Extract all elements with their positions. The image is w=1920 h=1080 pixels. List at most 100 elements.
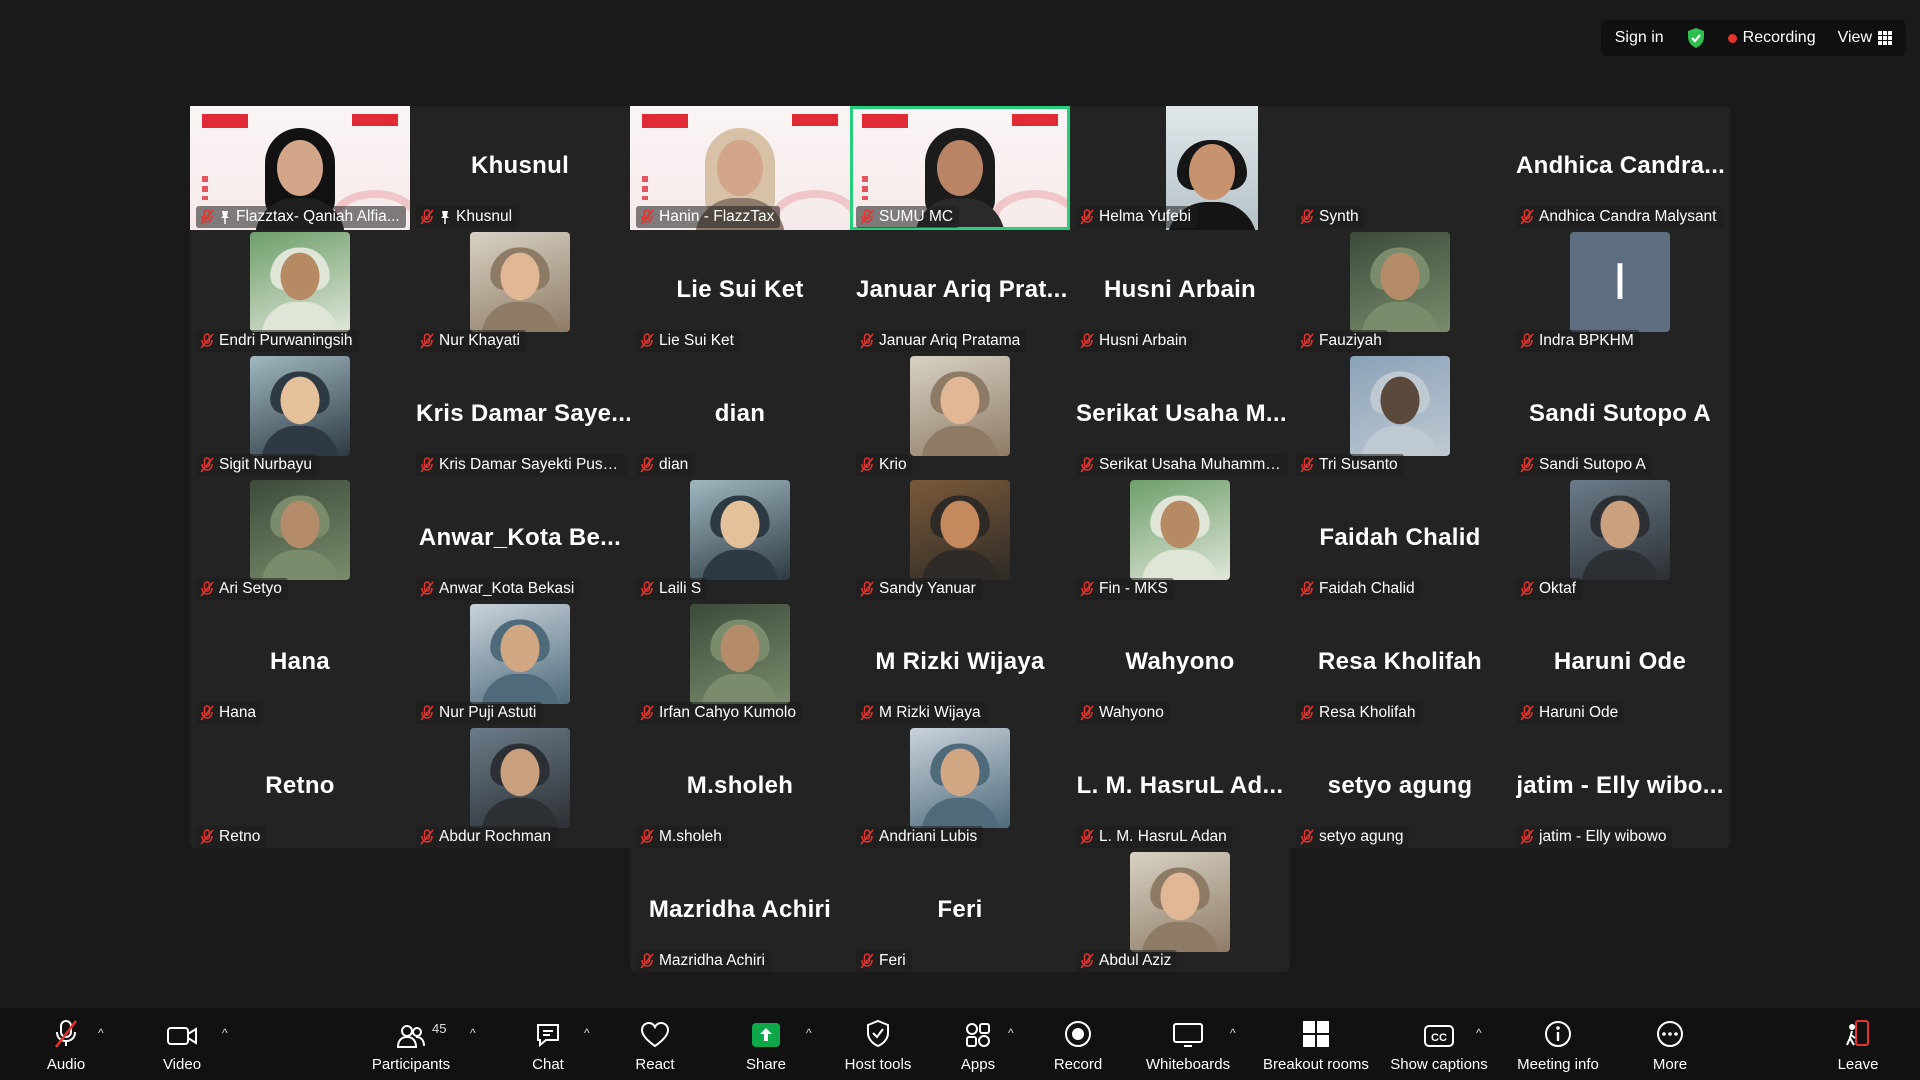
participant-tile[interactable]: Hanin - FlazzTax (630, 106, 850, 230)
view-button[interactable]: View (1838, 29, 1892, 47)
participants-options-chevron-icon[interactable]: ^ (470, 1026, 476, 1040)
participant-tile[interactable]: Endri Purwaningsih (190, 230, 410, 354)
video-options-chevron-icon[interactable]: ^ (222, 1026, 228, 1040)
profile-photo (1130, 480, 1230, 580)
participant-name: L. M. HasruL Adan (1099, 828, 1227, 845)
show-captions-button[interactable]: CC Show captions (1388, 1008, 1490, 1080)
participant-tile[interactable]: M Rizki Wijaya M Rizki Wijaya (850, 602, 1070, 726)
participant-tile[interactable]: Januar Ariq Prat... Januar Ariq Pratama (850, 230, 1070, 354)
video-button[interactable]: Video (156, 1008, 208, 1080)
participants-label: Participants (371, 1056, 451, 1073)
participant-tile[interactable]: Irfan Cahyo Kumolo (630, 602, 850, 726)
participant-name-label: Fauziyah (1296, 330, 1388, 352)
share-options-chevron-icon[interactable]: ^ (806, 1026, 812, 1040)
participant-tile[interactable]: Hana Hana (190, 602, 410, 726)
profile-photo (690, 604, 790, 704)
show-captions-label: Show captions (1390, 1056, 1488, 1073)
participant-tile[interactable]: Feri Feri (850, 850, 1070, 974)
participant-tile[interactable]: Flazztax- Qaniah Alfia... (190, 106, 410, 230)
whiteboards-label: Whiteboards (1145, 1056, 1231, 1073)
apps-button[interactable]: Apps (958, 1008, 998, 1080)
participant-tile[interactable]: Kris Damar Saye... Kris Damar Sayekti Pus… (410, 354, 630, 478)
participant-tile[interactable]: Laili S (630, 478, 850, 602)
security-shield-icon[interactable] (1686, 27, 1706, 49)
participant-name-label: M Rizki Wijaya (856, 702, 987, 724)
profile-photo (910, 728, 1010, 828)
participant-tile[interactable]: Sandy Yanuar (850, 478, 1070, 602)
mic-muted-icon (200, 209, 214, 225)
participant-tile[interactable]: Abdul Aziz (1070, 850, 1290, 974)
record-button[interactable]: Record (1052, 1008, 1104, 1080)
participant-name: Mazridha Achiri (659, 952, 765, 969)
grid-view-icon (1878, 31, 1892, 45)
participants-button[interactable]: Participants (366, 1008, 456, 1080)
audio-options-chevron-icon[interactable]: ^ (98, 1026, 104, 1040)
breakout-rooms-button[interactable]: Breakout rooms (1260, 1008, 1372, 1080)
audio-button[interactable]: Audio (38, 1008, 94, 1080)
participant-tile[interactable]: SUMU MC (850, 106, 1070, 230)
mic-muted-icon (640, 209, 654, 225)
participant-display-name: setyo agung (1327, 772, 1473, 799)
whiteboards-options-chevron-icon[interactable]: ^ (1230, 1026, 1236, 1040)
participant-tile[interactable]: Oktaf (1510, 478, 1730, 602)
participant-tile[interactable]: Tri Susanto (1290, 354, 1510, 478)
participant-tile[interactable]: Mazridha Achiri Mazridha Achiri (630, 850, 850, 974)
participant-tile[interactable]: Synth (1290, 106, 1510, 230)
react-button[interactable]: React (634, 1008, 676, 1080)
apps-options-chevron-icon[interactable]: ^ (1008, 1026, 1014, 1040)
participant-tile[interactable]: M.sholeh M.sholeh (630, 726, 850, 850)
mic-muted-icon (1520, 705, 1534, 721)
participant-tile[interactable]: Fin - MKS (1070, 478, 1290, 602)
participant-tile[interactable]: Sandi Sutopo A Sandi Sutopo A (1510, 354, 1730, 478)
more-button[interactable]: More (1650, 1008, 1690, 1080)
chat-button[interactable]: Chat (528, 1008, 568, 1080)
participant-tile[interactable]: dian dian (630, 354, 850, 478)
chat-options-chevron-icon[interactable]: ^ (584, 1026, 590, 1040)
host-tools-button[interactable]: Host tools (842, 1008, 914, 1080)
captions-options-chevron-icon[interactable]: ^ (1476, 1026, 1482, 1040)
participant-tile[interactable]: Andhica Candra... Andhica Candra Malysant (1510, 106, 1730, 230)
mic-muted-icon (200, 705, 214, 721)
participant-tile[interactable]: Fauziyah (1290, 230, 1510, 354)
participant-name-label: Wahyono (1076, 702, 1170, 724)
mic-muted-icon (200, 333, 214, 349)
sign-in-link[interactable]: Sign in (1615, 29, 1664, 47)
participant-tile[interactable]: Khusnul Khusnul (410, 106, 630, 230)
share-button[interactable]: Share (744, 1008, 788, 1080)
participant-tile[interactable]: Retno Retno (190, 726, 410, 850)
participant-display-name: Husni Arbain (1103, 276, 1257, 303)
participant-tile[interactable]: Serikat Usaha M... Serikat Usaha Muhamma.… (1070, 354, 1290, 478)
participant-tile[interactable]: Lie Sui Ket Lie Sui Ket (630, 230, 850, 354)
participant-tile[interactable]: Ari Setyo (190, 478, 410, 602)
participant-name: Sandi Sutopo A (1539, 456, 1646, 473)
participant-tile[interactable]: Faidah Chalid Faidah Chalid (1290, 478, 1510, 602)
participant-tile[interactable]: Abdur Rochman (410, 726, 630, 850)
participant-tile[interactable]: Nur Khayati (410, 230, 630, 354)
participant-tile[interactable]: L. M. HasruL Ad... L. M. HasruL Adan (1070, 726, 1290, 850)
participant-tile[interactable]: Andriani Lubis (850, 726, 1070, 850)
participant-tile[interactable]: Husni Arbain Husni Arbain (1070, 230, 1290, 354)
participant-name: Sandy Yanuar (879, 580, 976, 597)
participant-tile[interactable]: jatim - Elly wibo... jatim - Elly wibowo (1510, 726, 1730, 850)
participant-tile[interactable]: Anwar_Kota Be... Anwar_Kota Bekasi (410, 478, 630, 602)
top-bar: Sign in Recording View (1600, 20, 1906, 56)
participant-tile[interactable]: Krio (850, 354, 1070, 478)
participant-tile[interactable]: Wahyono Wahyono (1070, 602, 1290, 726)
participant-tile[interactable]: Nur Puji Astuti (410, 602, 630, 726)
participant-tile[interactable]: I Indra BPKHM (1510, 230, 1730, 354)
participant-tile[interactable]: setyo agung setyo agung (1290, 726, 1510, 850)
participant-tile[interactable]: Sigit Nurbayu (190, 354, 410, 478)
participant-name-label: Indra BPKHM (1516, 330, 1640, 352)
whiteboards-button[interactable]: Whiteboards (1144, 1008, 1232, 1080)
participant-name-label: Krio (856, 454, 913, 476)
recording-indicator[interactable]: Recording (1727, 29, 1816, 47)
participant-tile[interactable]: Resa Kholifah Resa Kholifah (1290, 602, 1510, 726)
mic-muted-icon (860, 581, 874, 597)
participant-tile[interactable]: Haruni Ode Haruni Ode (1510, 602, 1730, 726)
participant-tile[interactable]: Helma Yufebi (1070, 106, 1290, 230)
meeting-info-button[interactable]: Meeting info (1512, 1008, 1604, 1080)
profile-photo (910, 480, 1010, 580)
leave-button[interactable]: Leave (1838, 1008, 1878, 1080)
participant-display-name: Resa Kholifah (1318, 648, 1482, 675)
mic-muted-icon (640, 829, 654, 845)
